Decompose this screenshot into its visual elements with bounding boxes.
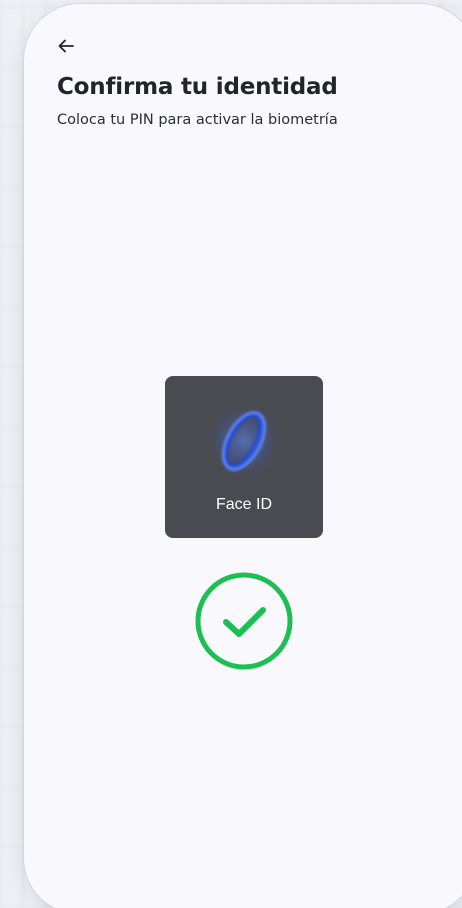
face-id-ring-icon [204,401,284,481]
back-button[interactable] [54,34,78,58]
page-subtitle: Coloca tu PIN para activar la biometría [57,112,338,128]
page-title: Confirma tu identidad [57,74,338,100]
check-circle-icon [195,572,293,670]
face-id-label: Face ID [215,496,272,513]
face-id-dialog: Face ID [165,376,323,538]
phone-screen: Confirma tu identidad Coloca tu PIN para… [24,4,462,908]
arrow-left-icon [58,39,74,53]
